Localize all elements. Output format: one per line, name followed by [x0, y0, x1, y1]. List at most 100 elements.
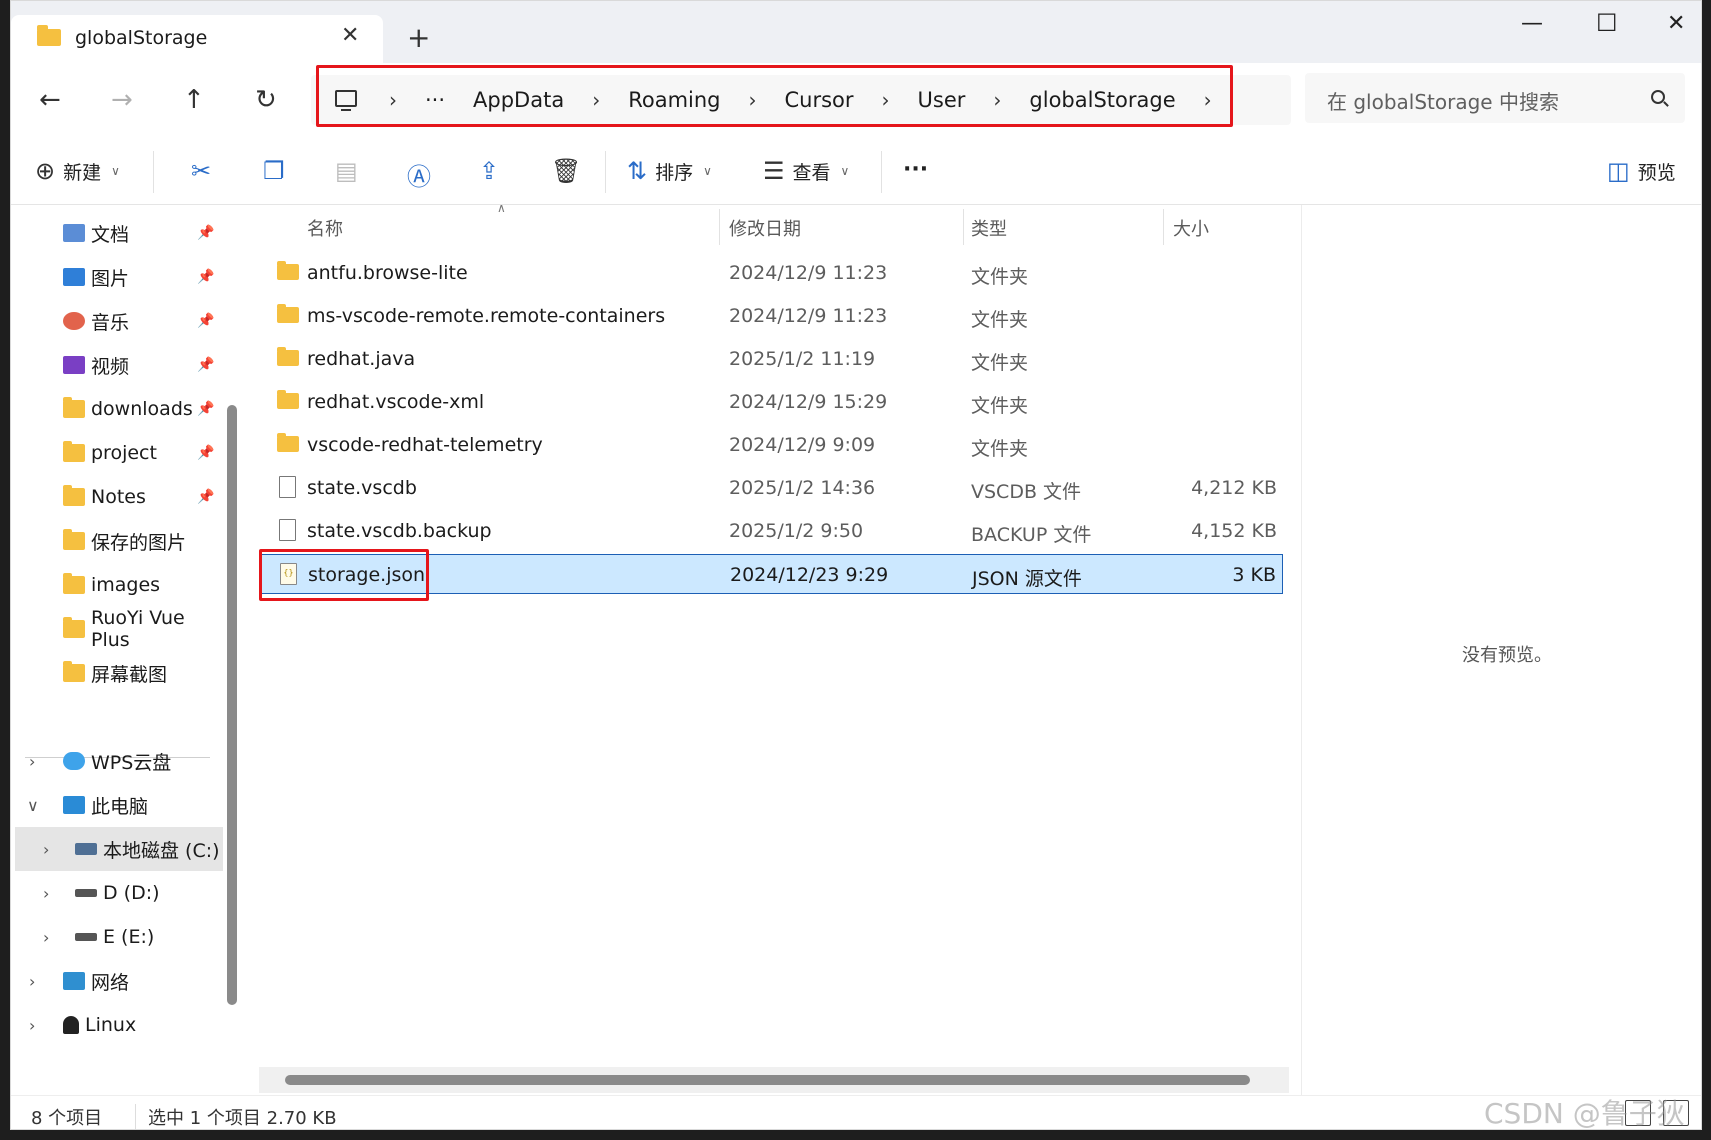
toolbar-divider: [153, 151, 154, 193]
file-list: ∧ 名称 修改日期 类型 大小 antfu.browse-lite 2024/1…: [251, 201, 1291, 1095]
chevron-right-icon[interactable]: ›: [29, 1016, 35, 1035]
selection-info: 选中 1 个项目 2.70 KB: [135, 1104, 337, 1129]
sidebar-item-images[interactable]: images: [11, 563, 226, 607]
view-button[interactable]: ☰ 查看 ∨: [763, 157, 849, 185]
pin-icon[interactable]: 📌: [197, 357, 214, 373]
rename-icon: Ⓐ: [407, 163, 431, 191]
breadcrumb-separator[interactable]: ›: [868, 88, 904, 112]
preview-pane-button[interactable]: ◫ 预览: [1607, 157, 1676, 185]
pin-icon[interactable]: 📌: [197, 401, 214, 417]
table-row-selected[interactable]: {} storage.json 2024/12/23 9:29 JSON 源文件…: [261, 554, 1283, 594]
chevron-right-icon[interactable]: ›: [43, 840, 49, 859]
minimize-button[interactable]: —: [1521, 11, 1543, 36]
forward-button[interactable]: →: [111, 85, 133, 115]
breadcrumb-separator[interactable]: ›: [375, 88, 411, 112]
pin-icon[interactable]: 📌: [197, 225, 214, 241]
folder-icon: [277, 261, 299, 280]
sidebar-item-documents[interactable]: 文档 📌: [11, 211, 226, 255]
preview-pane-icon: ◫: [1607, 157, 1630, 185]
sidebar-scrollbar[interactable]: [227, 405, 237, 1005]
delete-button[interactable]: 🗑: [551, 157, 589, 185]
refresh-button[interactable]: ↻: [255, 85, 277, 115]
horizontal-scrollbar[interactable]: [285, 1075, 1250, 1085]
chevron-right-icon[interactable]: ›: [43, 928, 49, 947]
table-row[interactable]: vscode-redhat-telemetry 2024/12/9 9:09 文…: [261, 425, 1283, 465]
sidebar-item-screenshots[interactable]: 屏幕截图: [11, 651, 226, 695]
column-header-size[interactable]: 大小: [1173, 215, 1209, 241]
sidebar-item-music[interactable]: 音乐 📌: [11, 299, 226, 343]
sidebar-item-label: Linux: [85, 1014, 137, 1036]
trash-icon: 🗑: [551, 157, 582, 185]
column-divider[interactable]: [1163, 209, 1164, 245]
pin-icon[interactable]: 📌: [197, 269, 214, 285]
breadcrumb-user[interactable]: User: [904, 88, 980, 112]
column-header-date[interactable]: 修改日期: [729, 215, 801, 241]
search-input[interactable]: 在 globalStorage 中搜索: [1327, 86, 1559, 115]
breadcrumb-appdata[interactable]: AppData: [459, 88, 578, 112]
column-header-type[interactable]: 类型: [971, 215, 1007, 241]
table-row[interactable]: redhat.java 2025/1/2 11:19 文件夹: [261, 339, 1283, 379]
paste-button[interactable]: ▤: [335, 157, 366, 185]
sidebar-item-videos[interactable]: 视频 📌: [11, 343, 226, 387]
sort-button[interactable]: ⇅ 排序 ∨: [627, 157, 712, 185]
sidebar-item-label: images: [91, 574, 161, 596]
chevron-right-icon[interactable]: ›: [29, 972, 35, 991]
breadcrumb-globalstorage[interactable]: globalStorage: [1015, 88, 1189, 112]
back-button[interactable]: ←: [39, 85, 61, 115]
column-divider[interactable]: [963, 209, 964, 245]
maximize-button[interactable]: ☐: [1596, 9, 1618, 37]
up-button[interactable]: ↑: [183, 85, 205, 115]
breadcrumb-ellipsis[interactable]: ···: [411, 88, 459, 112]
table-row[interactable]: antfu.browse-lite 2024/12/9 11:23 文件夹: [261, 253, 1283, 293]
chevron-down-icon: ∨: [840, 164, 850, 178]
sidebar-item-saved-pictures[interactable]: 保存的图片: [11, 519, 226, 563]
chevron-right-icon[interactable]: ›: [43, 884, 49, 903]
sidebar-item-label: 此电脑: [91, 795, 149, 818]
sidebar-item-this-pc[interactable]: ∨ 此电脑: [11, 783, 226, 827]
share-button[interactable]: ⇪: [479, 157, 507, 185]
chevron-down-icon[interactable]: ∨: [27, 796, 39, 815]
sidebar-item-ruoyi[interactable]: RuoYi Vue Plus: [11, 607, 226, 651]
breadcrumb-roaming[interactable]: Roaming: [614, 88, 734, 112]
sidebar-item-project[interactable]: project 📌: [11, 431, 226, 475]
table-row[interactable]: state.vscdb.backup 2025/1/2 9:50 BACKUP …: [261, 511, 1283, 551]
column-header-name[interactable]: 名称: [307, 215, 343, 241]
pin-icon[interactable]: 📌: [197, 445, 214, 461]
tab-globalstorage[interactable]: globalStorage ✕: [11, 15, 383, 63]
computer-icon[interactable]: [335, 89, 357, 111]
new-button[interactable]: ⊕ 新建 ∨: [35, 157, 120, 185]
file-type: BACKUP 文件: [971, 524, 1092, 546]
breadcrumb-separator[interactable]: ›: [735, 88, 771, 112]
sidebar-item-drive-e[interactable]: › E (E:): [11, 915, 226, 959]
sidebar-item-drive-d[interactable]: › D (D:): [11, 871, 226, 915]
sidebar-item-label: 屏幕截图: [91, 663, 168, 686]
tab-close-icon[interactable]: ✕: [341, 23, 359, 48]
rename-button[interactable]: Ⓐ: [407, 157, 439, 192]
table-row[interactable]: state.vscdb 2025/1/2 14:36 VSCDB 文件 4,21…: [261, 468, 1283, 508]
search-box[interactable]: 在 globalStorage 中搜索: [1305, 73, 1685, 123]
sidebar-item-pictures[interactable]: 图片 📌: [11, 255, 226, 299]
sidebar-item-linux[interactable]: › Linux: [11, 1003, 226, 1047]
sidebar-item-downloads[interactable]: downloads 📌: [11, 387, 226, 431]
sidebar-item-drive-c[interactable]: › 本地磁盘 (C:): [15, 827, 223, 871]
address-bar[interactable]: › ··· AppData › Roaming › Cursor › User …: [311, 75, 1291, 125]
more-options-button[interactable]: ···: [903, 157, 928, 182]
cut-button[interactable]: ✂: [191, 157, 219, 185]
sidebar-item-network[interactable]: › 网络: [11, 959, 226, 1003]
copy-button[interactable]: ❐: [263, 157, 293, 185]
search-icon[interactable]: [1651, 90, 1665, 104]
new-tab-button[interactable]: +: [407, 21, 430, 54]
sidebar-item-wps-cloud[interactable]: › WPS云盘: [11, 739, 226, 783]
column-divider[interactable]: [719, 209, 720, 245]
sidebar-item-notes[interactable]: Notes 📌: [11, 475, 226, 519]
pin-icon[interactable]: 📌: [197, 489, 214, 505]
chevron-right-icon[interactable]: ›: [29, 752, 35, 771]
table-row[interactable]: ms-vscode-remote.remote-containers 2024/…: [261, 296, 1283, 336]
breadcrumb-separator[interactable]: ›: [1190, 88, 1226, 112]
table-row[interactable]: redhat.vscode-xml 2024/12/9 15:29 文件夹: [261, 382, 1283, 422]
pin-icon[interactable]: 📌: [197, 313, 214, 329]
breadcrumb-cursor[interactable]: Cursor: [771, 88, 868, 112]
breadcrumb-separator[interactable]: ›: [979, 88, 1015, 112]
close-button[interactable]: ✕: [1667, 11, 1685, 36]
breadcrumb-separator[interactable]: ›: [578, 88, 614, 112]
